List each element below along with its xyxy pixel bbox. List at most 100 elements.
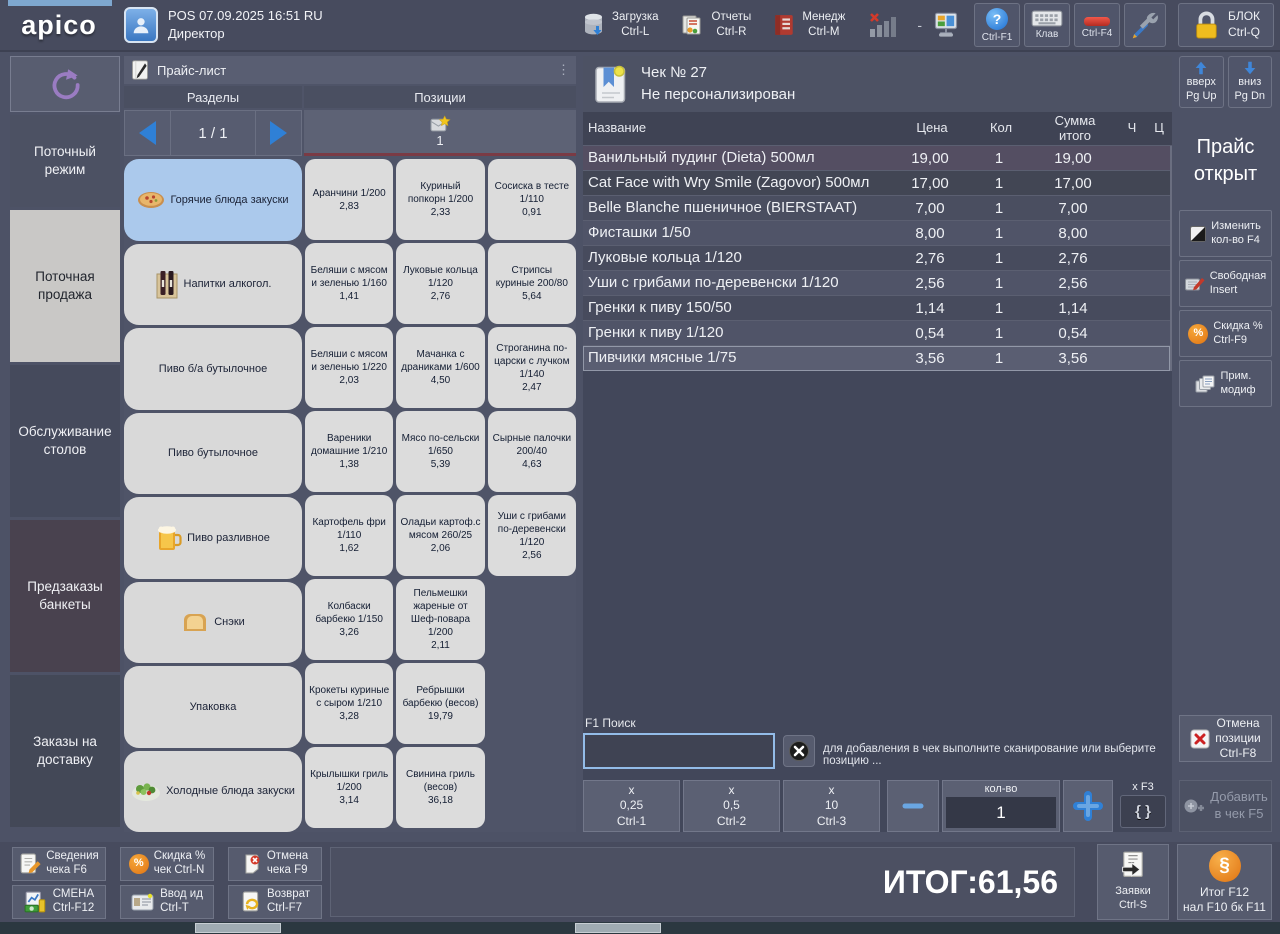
product-button-16[interactable]: Колбаски барбекю 1/1503,26: [305, 579, 393, 660]
qty-plus-button[interactable]: [1063, 780, 1113, 832]
positions-page-tab[interactable]: 1: [304, 110, 576, 156]
id-input-button[interactable]: Ввод ид Ctrl-T: [120, 885, 214, 919]
pos-app: apico POS 07.09.2025 16:51 RU Директор З…: [0, 0, 1280, 934]
change-qty-button[interactable]: Изменить кол-во F4: [1179, 210, 1272, 257]
check-discount-button[interactable]: %Скидка % чек Ctrl-N: [120, 847, 214, 881]
check-row-sum: 17,00: [1030, 175, 1116, 192]
arrow-left-icon: [139, 121, 156, 145]
lock-button[interactable]: БЛОК Ctrl-Q: [1178, 3, 1274, 47]
load-button[interactable]: Загрузка Ctrl-L: [583, 10, 659, 40]
workstation-icon[interactable]: [932, 11, 960, 39]
cancel-check-button[interactable]: Отмена чека F9: [228, 847, 322, 881]
page-up-button[interactable]: вверх Pg Up: [1179, 56, 1224, 108]
category-button-1[interactable]: Горячие блюда закуски: [124, 159, 302, 241]
product-button-17[interactable]: Пельмешки жареные от Шеф-повара 1/2002,1…: [396, 579, 484, 660]
product-button-11[interactable]: Мясо по-сельски 1/6505,39: [396, 411, 484, 492]
logo: apico: [0, 0, 118, 51]
requests-button[interactable]: Заявки Ctrl-S: [1097, 844, 1169, 920]
category-button-5[interactable]: Пиво разливное: [124, 497, 302, 579]
sidebar-item-5[interactable]: Заказы на доставку: [10, 675, 120, 827]
xf3-button[interactable]: { }: [1120, 795, 1166, 828]
product-button-1[interactable]: Аранчини 1/2002,83: [305, 159, 393, 240]
discount-button[interactable]: %Скидка % Ctrl-F9: [1179, 310, 1272, 357]
check-row[interactable]: Ванильный пудинг (Dieta) 500мл19,00119,0…: [583, 146, 1170, 171]
modifier-button[interactable]: Прим. модиф: [1179, 360, 1272, 407]
product-button-23[interactable]: Свинина гриль (весов)36,18: [396, 747, 484, 828]
help-button[interactable]: ? Ctrl-F1: [974, 3, 1020, 47]
check-row-qty: 1: [968, 325, 1030, 342]
more-dots-icon[interactable]: ⋮: [557, 62, 570, 78]
shift-button[interactable]: СМЕНА Ctrl-F12: [12, 885, 106, 919]
sidebar-item-4[interactable]: Предзаказы банкеты: [10, 520, 120, 672]
multiplier-half-button[interactable]: x 0,5 Ctrl-2: [683, 780, 780, 832]
manager-button[interactable]: Менедж Ctrl-M: [773, 10, 845, 40]
check-row-name: Уши с грибами по-деревенски 1/120: [583, 273, 892, 294]
qty-minus-button[interactable]: [887, 780, 939, 832]
check-row[interactable]: Belle Blanche пшеничное (BIERSTAAT)7,001…: [583, 196, 1170, 221]
keyboard-button[interactable]: Клав: [1024, 3, 1070, 47]
product-button-2[interactable]: Куриный попкорн 1/2002,33: [396, 159, 484, 240]
product-button-9[interactable]: Строганина по-царски с лучком 1/1402,47: [488, 327, 576, 408]
sidebar-item-1[interactable]: Поточный режим: [10, 115, 120, 207]
taskbar-item[interactable]: [195, 923, 281, 933]
check-row[interactable]: Гренки к пиву 1/1200,5410,54: [583, 321, 1170, 346]
clear-search-button[interactable]: [783, 735, 815, 767]
final-total-button[interactable]: § Итог F12 нал F10 бк F11: [1177, 844, 1272, 920]
category-button-7[interactable]: Упаковка: [124, 666, 302, 748]
check-row[interactable]: Пивчики мясные 1/753,5613,56: [583, 346, 1170, 371]
check-row[interactable]: Луковые кольца 1/1202,7612,76: [583, 246, 1170, 271]
product-button-10[interactable]: Вареники домашние 1/2101,38: [305, 411, 393, 492]
category-button-2[interactable]: Напитки алкогол.: [124, 244, 302, 326]
category-button-8[interactable]: Холодные блюда закуски: [124, 751, 302, 833]
product-button-15[interactable]: Уши с грибами по-деревенски 1/1202,56: [488, 495, 576, 576]
product-button-22[interactable]: Крылышки гриль 1/2003,14: [305, 747, 393, 828]
check-row[interactable]: Уши с грибами по-деревенски 1/1202,5612,…: [583, 271, 1170, 296]
discount-icon: %: [129, 854, 149, 874]
product-button-5[interactable]: Луковые кольца 1/1202,76: [396, 243, 484, 324]
product-button-14[interactable]: Оладьи картоф.с мясом 260/252,06: [396, 495, 484, 576]
add-cart-icon: [1183, 797, 1205, 815]
reports-button[interactable]: Отчеты Ctrl-R: [681, 10, 752, 40]
product-button-7[interactable]: Беляши с мясом и зеленью 1/2202,03: [305, 327, 393, 408]
product-button-4[interactable]: Беляши с мясом и зеленью 1/1601,41: [305, 243, 393, 324]
multiplier-ten-button[interactable]: x 10 Ctrl-3: [783, 780, 880, 832]
return-button[interactable]: Возврат Ctrl-F7: [228, 885, 322, 919]
search-input[interactable]: [583, 733, 775, 769]
product-button-12[interactable]: Сырные палочки 200/404,63: [488, 411, 576, 492]
product-button-20[interactable]: Ребрышки барбекю (весов)19,79: [396, 663, 484, 744]
tools-button[interactable]: [1124, 3, 1166, 47]
check-row-qty: 1: [968, 225, 1030, 242]
product-button-13[interactable]: Картофель фри 1/1101,62: [305, 495, 393, 576]
display-toggle-button[interactable]: Ctrl-F4: [1074, 3, 1120, 47]
category-button-4[interactable]: Пиво бутылочное: [124, 413, 302, 495]
cancel-check-icon: [242, 853, 262, 875]
xf3-label: x F3: [1132, 780, 1153, 795]
sidebar-item-2[interactable]: Поточная продажа: [10, 210, 120, 362]
refresh-button[interactable]: [10, 56, 120, 112]
check-row[interactable]: Фисташки 1/508,0018,00: [583, 221, 1170, 246]
check-details-button[interactable]: Сведения чека F6: [12, 847, 106, 881]
multiplier-quarter-button[interactable]: x 0,25 Ctrl-1: [583, 780, 680, 832]
sidebar-item-3[interactable]: Обслуживание столов: [10, 365, 120, 517]
user-avatar-button[interactable]: [124, 7, 158, 43]
product-button-3[interactable]: Сосиска в тесте 1/1100,91: [488, 159, 576, 240]
id-card-icon: [131, 893, 155, 911]
product-name: Крокеты куриные с сыром 1/210: [309, 684, 389, 710]
taskbar-item[interactable]: [575, 923, 661, 933]
pos-datetime: POS 07.09.2025 16:51 RU: [168, 7, 323, 25]
cancel-position-button[interactable]: Отмена позиции Ctrl-F8: [1179, 715, 1272, 762]
sidebar-item-label: Предзаказы банкеты: [27, 578, 102, 613]
product-button-6[interactable]: Стрипсы куриные 200/805,64: [488, 243, 576, 324]
check-row[interactable]: Cat Face with Wry Smile (Zagovor) 500мл1…: [583, 171, 1170, 196]
product-button-8[interactable]: Мачанка с драниками 1/6004,50: [396, 327, 484, 408]
check-row[interactable]: Гренки к пиву 150/501,1411,14: [583, 296, 1170, 321]
product-button-19[interactable]: Крокеты куриные с сыром 1/2103,28: [305, 663, 393, 744]
prev-section-button[interactable]: [125, 111, 171, 155]
add-to-check-button[interactable]: Добавить в чек F5: [1179, 780, 1272, 832]
check-row-name: Пивчики мясные 1/75: [583, 348, 892, 369]
category-button-6[interactable]: Снэки: [124, 582, 302, 664]
free-position-button[interactable]: Свободная Insert: [1179, 260, 1272, 307]
page-down-button[interactable]: вниз Pg Dn: [1228, 56, 1273, 108]
next-section-button[interactable]: [255, 111, 301, 155]
category-button-3[interactable]: Пиво б/а бутылочное: [124, 328, 302, 410]
